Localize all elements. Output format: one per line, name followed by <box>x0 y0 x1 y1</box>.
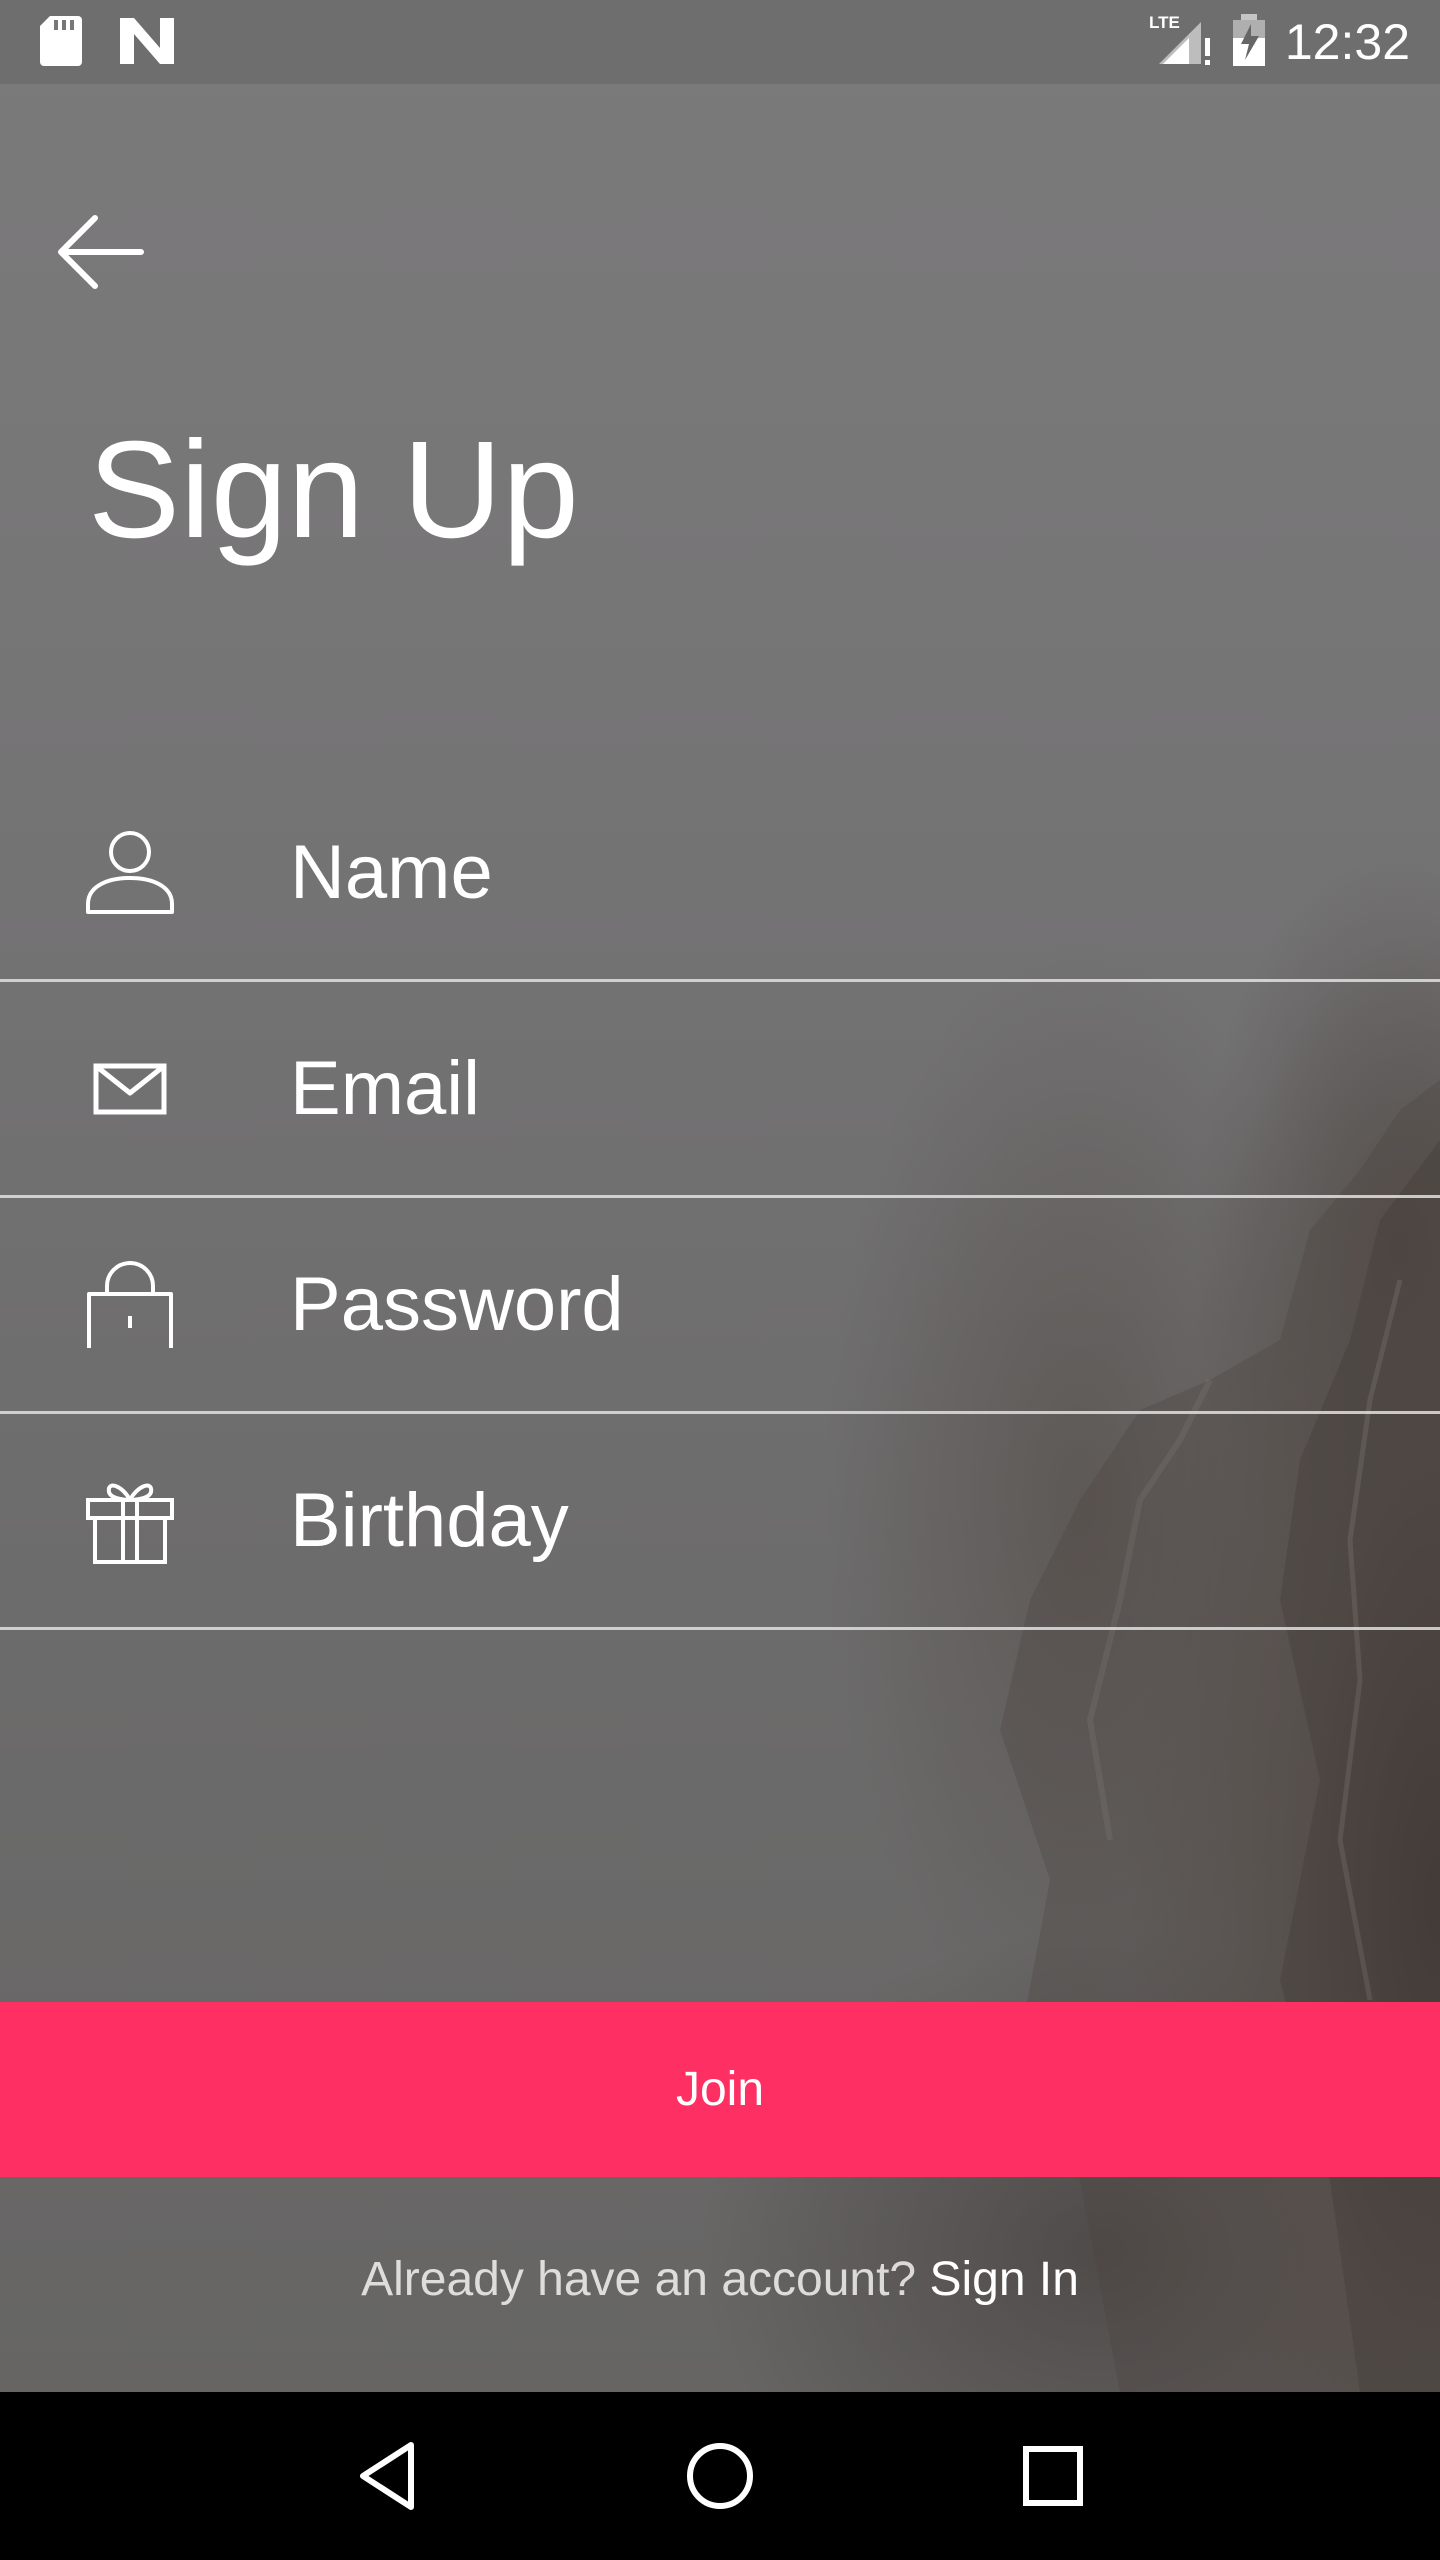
password-field-row <box>0 1198 1440 1414</box>
svg-text:LTE: LTE <box>1149 13 1180 32</box>
join-button[interactable]: Join <box>0 2002 1440 2177</box>
birthday-field-row <box>0 1414 1440 1630</box>
signin-prompt-line: Already have an account? Sign In <box>0 2252 1440 2307</box>
status-bar: LTE 12:32 <box>0 0 1440 84</box>
recents-square-icon <box>1023 2446 1084 2506</box>
signup-form <box>0 766 1440 1630</box>
birthday-input[interactable] <box>290 1465 1390 1576</box>
navigation-bar <box>0 2392 1440 2560</box>
nav-home-button[interactable] <box>670 2426 770 2526</box>
signup-screen: LTE 12:32 Sign Up Name Email Birthday Jo… <box>0 0 1440 2560</box>
gift-icon <box>82 1473 178 1569</box>
back-button[interactable] <box>48 200 152 304</box>
arrow-left-icon <box>58 215 144 289</box>
password-input[interactable] <box>290 1249 1390 1360</box>
lock-icon <box>82 1257 178 1353</box>
status-left <box>40 16 174 70</box>
sd-card-icon <box>40 16 82 70</box>
email-field-row <box>0 982 1440 1198</box>
email-input[interactable] <box>290 1033 1390 1144</box>
nav-recents-button[interactable] <box>1003 2426 1103 2526</box>
lte-signal-icon: LTE <box>1149 12 1213 72</box>
status-time: 12:32 <box>1284 14 1410 70</box>
back-triangle-icon <box>359 2442 414 2510</box>
person-icon <box>82 825 178 921</box>
home-circle-icon <box>686 2443 753 2509</box>
page-title: Sign Up <box>88 413 579 567</box>
nav-back-button[interactable] <box>337 2426 437 2526</box>
signin-prompt-text: Already have an account? <box>361 2253 917 2306</box>
name-input[interactable] <box>290 817 1390 928</box>
name-field-row <box>0 766 1440 982</box>
battery-charging-icon <box>1231 12 1267 72</box>
envelope-icon <box>82 1041 178 1137</box>
status-right: LTE 12:32 <box>1149 8 1410 76</box>
signin-link[interactable]: Sign In <box>929 2253 1078 2306</box>
n-logo-icon <box>120 18 174 68</box>
